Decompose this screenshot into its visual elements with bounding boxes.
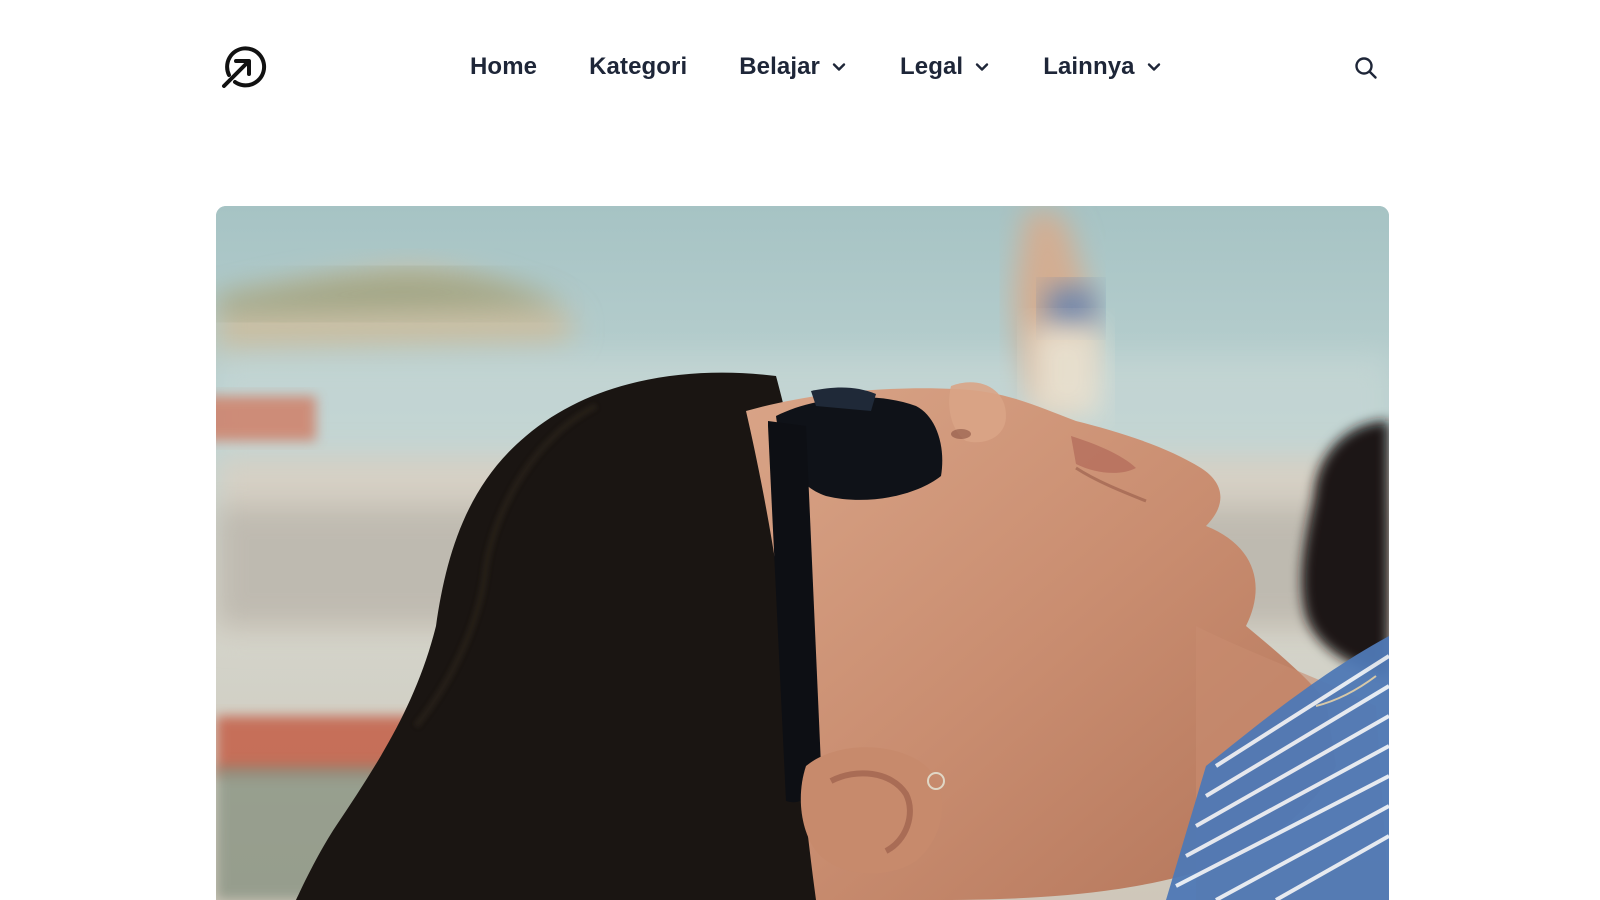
nav-item-label: Kategori [589, 53, 688, 80]
chevron-down-icon [830, 58, 848, 76]
arrow-up-right-circle-icon [222, 46, 267, 88]
nav-item-lainnya[interactable]: Lainnya [1043, 53, 1162, 81]
search-icon [1355, 57, 1377, 79]
nav-item-label: Belajar [739, 53, 821, 80]
nav-item-legal[interactable]: Legal [900, 53, 991, 81]
chevron-down-icon [1145, 58, 1163, 76]
main-nav: Home Kategori Belajar Legal Lainnya [470, 50, 1163, 84]
nav-item-kategori[interactable]: Kategori [589, 53, 687, 81]
hero-photo [216, 206, 1389, 900]
search-button[interactable] [1353, 55, 1379, 81]
nav-item-label: Lainnya [1043, 53, 1135, 80]
nav-item-belajar[interactable]: Belajar [739, 53, 848, 81]
nav-item-home[interactable]: Home [470, 53, 537, 81]
nav-item-label: Home [470, 53, 538, 80]
site-header: Home Kategori Belajar Legal Lainnya [0, 0, 1600, 136]
site-logo[interactable] [218, 42, 268, 92]
hero-image [216, 206, 1389, 900]
nav-item-label: Legal [900, 53, 964, 80]
chevron-down-icon [973, 58, 991, 76]
